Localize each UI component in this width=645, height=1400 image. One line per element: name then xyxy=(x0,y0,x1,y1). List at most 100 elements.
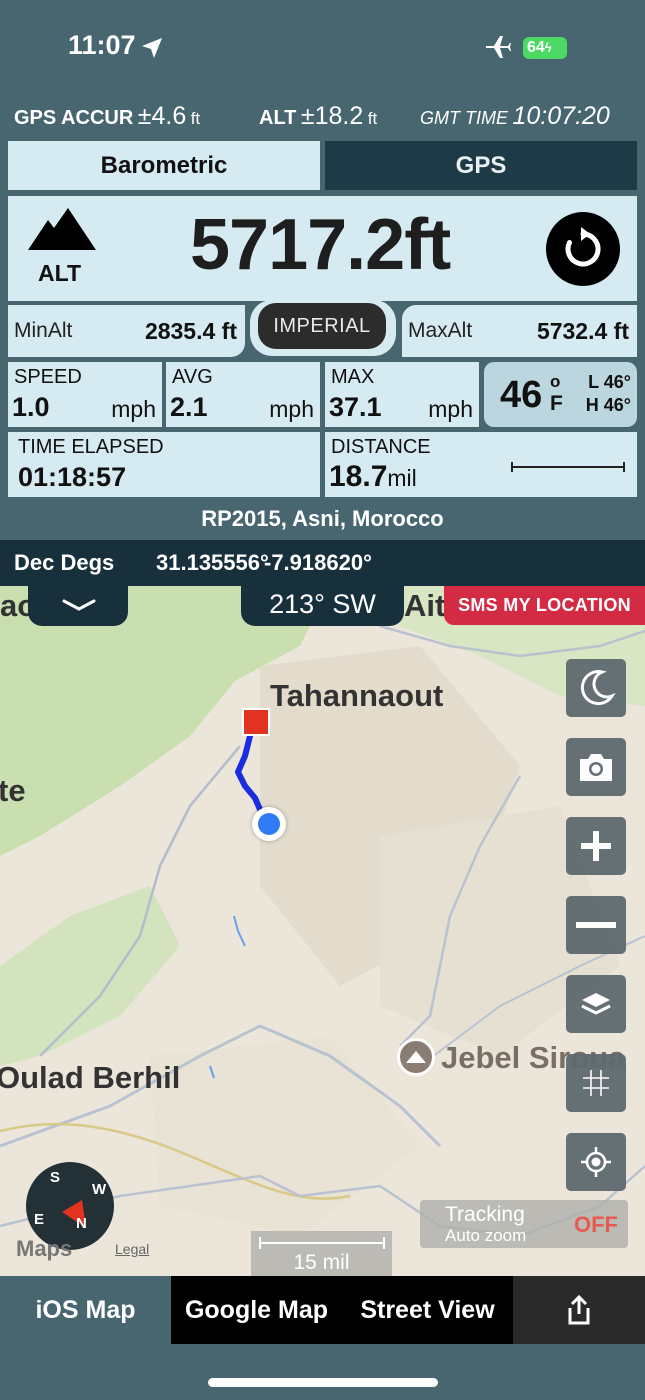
time-elapsed-value: 01:18:57 xyxy=(18,462,127,492)
mountain-pin-icon xyxy=(397,1038,435,1076)
heading-indicator: 213° SW xyxy=(241,582,404,626)
map-scale-text: 15 mil xyxy=(293,1251,350,1274)
zoom-in-icon xyxy=(581,831,611,861)
weather-widget[interactable]: 46 o F L 46° H 46° xyxy=(484,362,637,427)
night-mode-button[interactable] xyxy=(566,659,626,717)
altitude-value: 5717.2ft xyxy=(190,205,451,285)
charging-icon: ϟ xyxy=(544,40,552,55)
plus-minus: ± xyxy=(300,102,315,130)
max-speed-value: 37.1 xyxy=(329,392,382,422)
temperature-high: H 46° xyxy=(585,395,631,415)
reset-button[interactable] xyxy=(546,212,620,286)
camera-icon xyxy=(580,754,612,781)
compass-west: W xyxy=(92,1181,107,1198)
gmt-time-value: 10:07:20 xyxy=(512,102,610,130)
tab-gps[interactable]: GPS xyxy=(325,141,637,190)
battery-level: 64 xyxy=(527,39,545,56)
temperature-low: L 46° xyxy=(588,372,631,392)
map-view[interactable]: Tahannaout Jebel Siroua Oulad Berhil te … xyxy=(0,586,645,1276)
max-speed-cell: MAX 37.1 mph xyxy=(325,362,479,427)
map-label-partial-top: Ait xyxy=(404,588,446,623)
maps-brand-text: Maps xyxy=(16,1236,73,1261)
gmt-time-label: GMT TIME xyxy=(420,108,508,128)
tracking-toggle[interactable]: Tracking Auto zoom OFF xyxy=(420,1200,628,1248)
tab-google-map[interactable]: Google Map xyxy=(171,1276,342,1344)
gps-accuracy-unit: ft xyxy=(190,109,201,128)
map-layers-button[interactable] xyxy=(566,975,626,1033)
alt-accuracy: ALT ±18.2 ft xyxy=(259,102,377,131)
grid-button[interactable] xyxy=(566,1054,626,1112)
distance-value-group: 18.7mil xyxy=(329,460,417,494)
share-icon xyxy=(568,1294,590,1325)
chevron-down-icon xyxy=(62,599,96,611)
gps-accuracy: GPS ACCUR ±4.6 ft xyxy=(14,102,200,131)
track-start-marker xyxy=(242,708,270,736)
alt-accuracy-unit: ft xyxy=(367,109,378,128)
alt-accuracy-value: 18.2 xyxy=(314,102,364,130)
alt-accuracy-label: ALT xyxy=(259,107,297,129)
min-altitude: MinAlt 2835.4 ft xyxy=(8,305,245,357)
tab-street-view[interactable]: Street View xyxy=(342,1276,513,1344)
units-button[interactable]: IMPERIAL xyxy=(258,303,386,349)
tab-barometric[interactable]: Barometric xyxy=(8,141,320,190)
locate-icon xyxy=(581,1147,611,1177)
zoom-out-button[interactable] xyxy=(566,896,626,954)
gmt-time: GMT TIME 10:07:20 xyxy=(420,102,610,131)
gps-accuracy-value: 4.6 xyxy=(151,102,187,130)
tracking-state: OFF xyxy=(574,1212,618,1237)
distance-value: 18.7 xyxy=(329,460,388,493)
sms-location-button[interactable]: SMS MY LOCATION xyxy=(444,586,645,625)
location-arrow-icon xyxy=(142,38,162,58)
map-scale-bar xyxy=(259,1237,385,1249)
time-elapsed-cell: TIME ELAPSED 01:18:57 xyxy=(8,432,320,497)
tracking-subtitle: Auto zoom xyxy=(445,1226,527,1245)
max-altitude: MaxAlt 5732.4 ft xyxy=(402,305,637,357)
tracking-title: Tracking xyxy=(445,1203,525,1226)
speed-value: 1.0 xyxy=(12,392,50,422)
collapse-panel-button[interactable] xyxy=(28,586,128,626)
compass-north: N xyxy=(76,1215,87,1232)
avg-speed-unit: mph xyxy=(269,396,314,422)
distance-scale-line xyxy=(511,462,625,472)
max-altitude-value: 5732.4 ft xyxy=(536,317,629,344)
apple-maps-logo: Maps xyxy=(16,1236,72,1262)
camera-button[interactable] xyxy=(566,738,626,796)
reset-icon xyxy=(565,227,601,267)
compass-east: E xyxy=(34,1211,44,1228)
distance-cell: DISTANCE 18.7mil xyxy=(325,432,637,497)
map-label-oulad-berhil: Oulad Berhil xyxy=(0,1060,181,1095)
gps-accuracy-label: GPS ACCUR xyxy=(14,107,134,129)
zoom-in-button[interactable] xyxy=(566,817,626,875)
altitude-label: ALT xyxy=(38,260,82,286)
map-scale: 15 mil xyxy=(251,1231,392,1276)
map-label-partial-left: te xyxy=(0,773,26,808)
layers-icon xyxy=(581,993,611,1015)
status-time: 11:07 xyxy=(68,30,136,60)
app-screen: 11:07 64ϟ GPS ACCUR ±4.6 ft ALT ±18.2 ft… xyxy=(0,0,645,1400)
compass-south: S xyxy=(50,1169,60,1186)
zoom-out-icon xyxy=(576,922,616,928)
current-location-dot xyxy=(252,807,286,841)
avg-speed-cell: AVG 2.1 mph xyxy=(166,362,320,427)
temperature-value: 46 xyxy=(500,374,543,416)
max-altitude-label: MaxAlt xyxy=(408,319,473,342)
share-button[interactable] xyxy=(513,1276,645,1344)
speed-cell: SPEED 1.0 mph xyxy=(8,362,162,427)
min-altitude-label: MinAlt xyxy=(14,319,73,342)
speed-label: SPEED xyxy=(14,366,82,388)
longitude-value: -7.918620° xyxy=(264,550,372,575)
legal-link[interactable]: Legal xyxy=(115,1241,149,1257)
moon-icon xyxy=(580,670,616,706)
distance-label: DISTANCE xyxy=(331,436,431,458)
latitude-value: 31.135556° xyxy=(156,550,269,575)
map-label-tahannaout: Tahannaout xyxy=(270,678,444,713)
max-speed-label: MAX xyxy=(331,366,375,388)
tab-ios-map[interactable]: iOS Map xyxy=(0,1276,171,1344)
altitude-panel: ALT 5717.2ft xyxy=(8,196,637,301)
time-elapsed-label: TIME ELAPSED xyxy=(18,436,164,458)
locate-button[interactable] xyxy=(566,1133,626,1191)
battery-indicator: 64ϟ xyxy=(523,37,567,59)
max-speed-unit: mph xyxy=(428,396,473,422)
current-place: RP2015, Asni, Morocco xyxy=(201,506,444,531)
home-indicator xyxy=(208,1378,438,1387)
